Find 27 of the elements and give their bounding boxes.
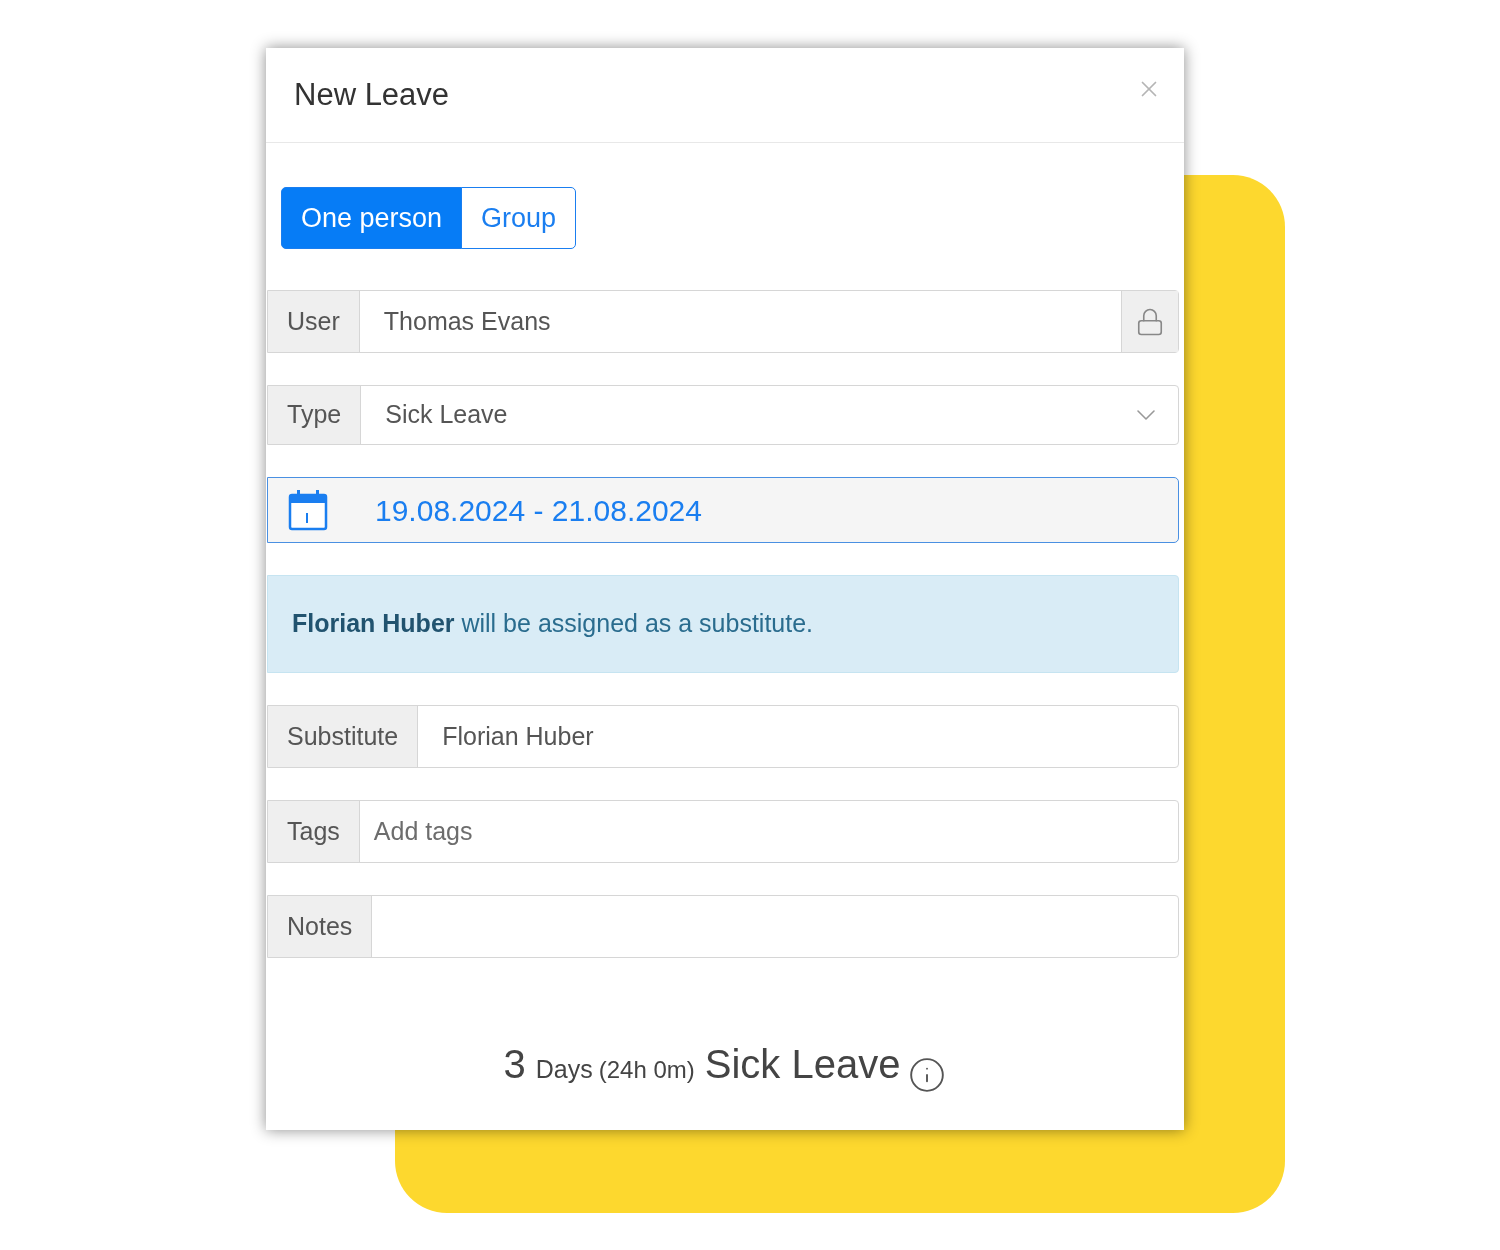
- segment-tab[interactable]: Group: [461, 187, 577, 249]
- type-select[interactable]: Type Sick Leave: [267, 385, 1179, 445]
- date-range-value: 19.08.2024 - 21.08.2024: [375, 492, 702, 529]
- field-value: Thomas Evans: [382, 305, 552, 337]
- day-count: 3: [503, 1041, 526, 1088]
- date-range-field[interactable]: 19.08.2024 - 21.08.2024: [267, 477, 1179, 543]
- user-field[interactable]: User Thomas Evans: [267, 290, 1179, 353]
- segment-tab[interactable]: One person: [281, 187, 463, 249]
- field-value: Florian Huber: [441, 720, 595, 752]
- day-unit: Days: [535, 1054, 593, 1085]
- field-label: Substitute: [268, 706, 419, 767]
- field-label: User: [268, 291, 360, 352]
- field-value: Sick Leave: [384, 399, 509, 431]
- info-icon[interactable]: [908, 1056, 947, 1094]
- text-field[interactable]: Notes: [267, 895, 1179, 958]
- field-label: Type: [268, 386, 362, 444]
- text-field[interactable]: Substitute Florian Huber: [267, 705, 1179, 768]
- dialog-title: New Leave: [294, 75, 450, 114]
- duration-text: (24h 0m): [598, 1055, 695, 1085]
- calendar-icon: [288, 489, 328, 531]
- field-placeholder: Add tags: [372, 816, 474, 847]
- leave-type: Sick Leave: [704, 1041, 901, 1088]
- alert-text: Florian Huber will be assigned as a substitute.: [292, 608, 814, 640]
- field-label: Notes: [268, 896, 373, 957]
- text-field[interactable]: Tags Add tags: [267, 800, 1179, 863]
- field-label: Tags: [268, 801, 360, 862]
- lock-icon: [1135, 306, 1165, 337]
